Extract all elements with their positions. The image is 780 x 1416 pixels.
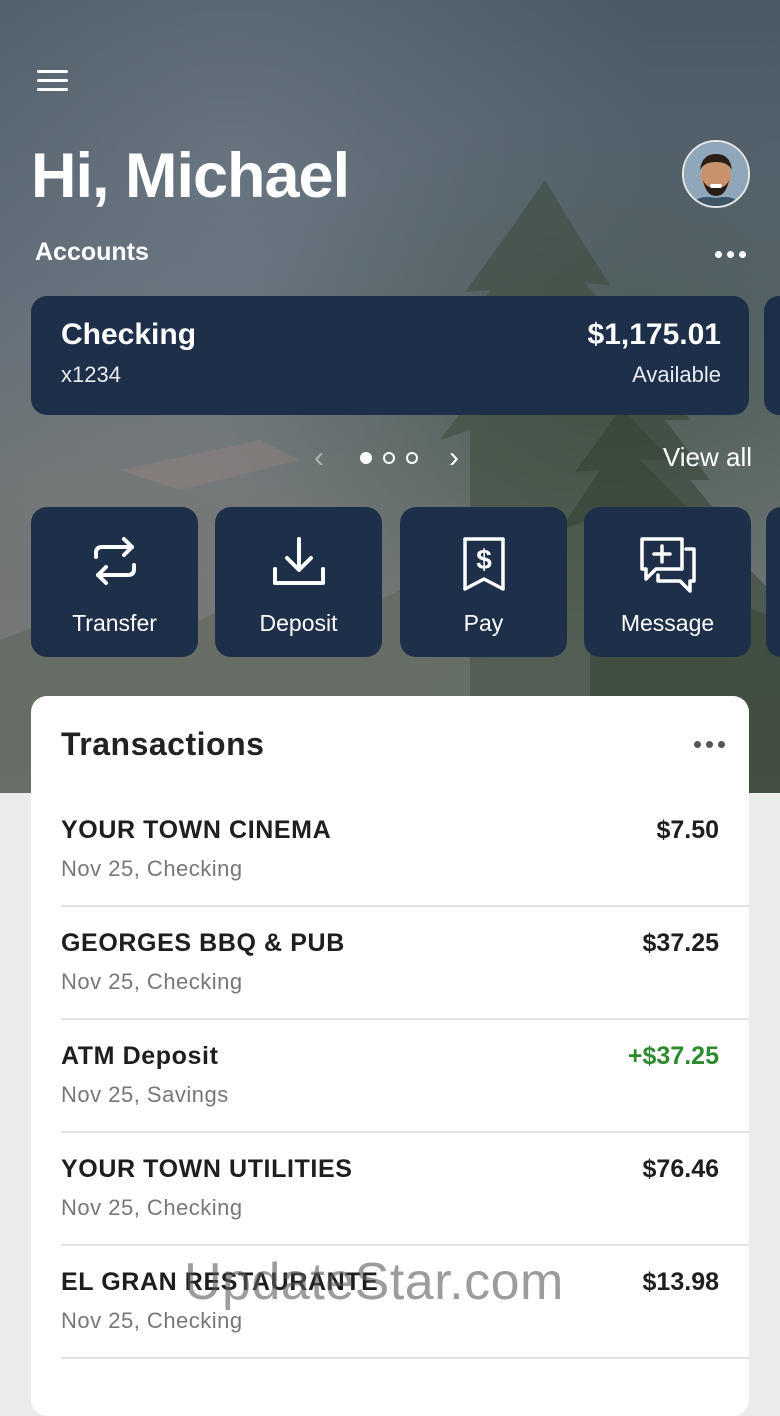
pay-button[interactable]: $ Pay	[400, 507, 567, 657]
account-balance: $1,175.01	[587, 318, 721, 351]
transaction-amount: $76.46	[642, 1155, 719, 1183]
transaction-amount: $7.50	[656, 816, 719, 844]
transaction-meta: Nov 25, Checking	[61, 969, 243, 994]
pay-label: Pay	[463, 610, 504, 636]
hamburger-menu-icon[interactable]	[37, 70, 69, 96]
transaction-amount-credit: +$37.25	[627, 1042, 719, 1070]
transaction-row[interactable]: GEORGES BBQ & PUB Nov 25, Checking $37.2…	[61, 907, 749, 1020]
download-tray-icon	[272, 537, 325, 585]
carousel-next-chevron-icon[interactable]: ›	[449, 443, 459, 473]
transaction-meta: Nov 25, Savings	[61, 1082, 229, 1107]
transactions-more-options-icon[interactable]	[694, 741, 725, 748]
account-balance-label: Available	[632, 362, 721, 387]
next-action-peek[interactable]	[766, 507, 780, 657]
carousel-page-dot[interactable]	[383, 452, 395, 464]
carousel-page-dot-active[interactable]	[360, 452, 372, 464]
carousel-prev-chevron-icon[interactable]: ‹	[314, 443, 324, 473]
transaction-merchant: YOUR TOWN UTILITIES	[61, 1155, 353, 1183]
transfer-button[interactable]: Transfer	[31, 507, 198, 657]
transaction-merchant: YOUR TOWN CINEMA	[61, 816, 332, 844]
avatar-photo	[684, 142, 748, 206]
transaction-row[interactable]: EL GRAN RESTAURANTE Nov 25, Checking $13…	[61, 1246, 749, 1359]
accounts-section-label: Accounts	[35, 238, 149, 266]
transaction-meta: Nov 25, Checking	[61, 1308, 243, 1333]
transaction-merchant: GEORGES BBQ & PUB	[61, 929, 345, 957]
transfer-arrows-icon	[93, 537, 136, 585]
checking-account-card[interactable]: Checking x1234 $1,175.01 Available	[31, 296, 749, 415]
account-number: x1234	[61, 362, 121, 387]
transaction-row[interactable]: ATM Deposit Nov 25, Savings +$37.25	[61, 1020, 749, 1133]
transfer-label: Transfer	[72, 610, 157, 636]
dollar-receipt-icon: $	[462, 537, 505, 591]
carousel-page-dot[interactable]	[406, 452, 418, 464]
transactions-card: Transactions YOUR TOWN CINEMA Nov 25, Ch…	[31, 696, 749, 1416]
transaction-amount: $37.25	[642, 929, 719, 957]
transaction-meta: Nov 25, Checking	[61, 856, 243, 881]
transaction-meta: Nov 25, Checking	[61, 1195, 243, 1220]
transaction-merchant: EL GRAN RESTAURANTE	[61, 1268, 379, 1296]
message-button[interactable]: Message	[584, 507, 751, 657]
transaction-merchant: ATM Deposit	[61, 1042, 219, 1070]
transactions-title: Transactions	[61, 726, 265, 762]
view-all-accounts-link[interactable]: View all	[663, 442, 752, 473]
next-account-card-peek[interactable]	[764, 296, 780, 415]
transaction-amount: $13.98	[642, 1268, 719, 1296]
row-divider	[61, 1357, 749, 1359]
deposit-button[interactable]: Deposit	[215, 507, 382, 657]
transaction-row[interactable]: YOUR TOWN CINEMA Nov 25, Checking $7.50	[61, 794, 749, 907]
account-name: Checking	[61, 318, 197, 351]
message-label: Message	[620, 610, 715, 636]
message-plus-icon	[639, 537, 696, 593]
user-avatar[interactable]	[682, 140, 750, 208]
transaction-row[interactable]: YOUR TOWN UTILITIES Nov 25, Checking $76…	[61, 1133, 749, 1246]
accounts-more-options-icon[interactable]	[715, 251, 746, 258]
greeting-title: Hi, Michael	[31, 141, 350, 211]
deposit-label: Deposit	[259, 610, 338, 636]
svg-text:$: $	[476, 544, 492, 575]
